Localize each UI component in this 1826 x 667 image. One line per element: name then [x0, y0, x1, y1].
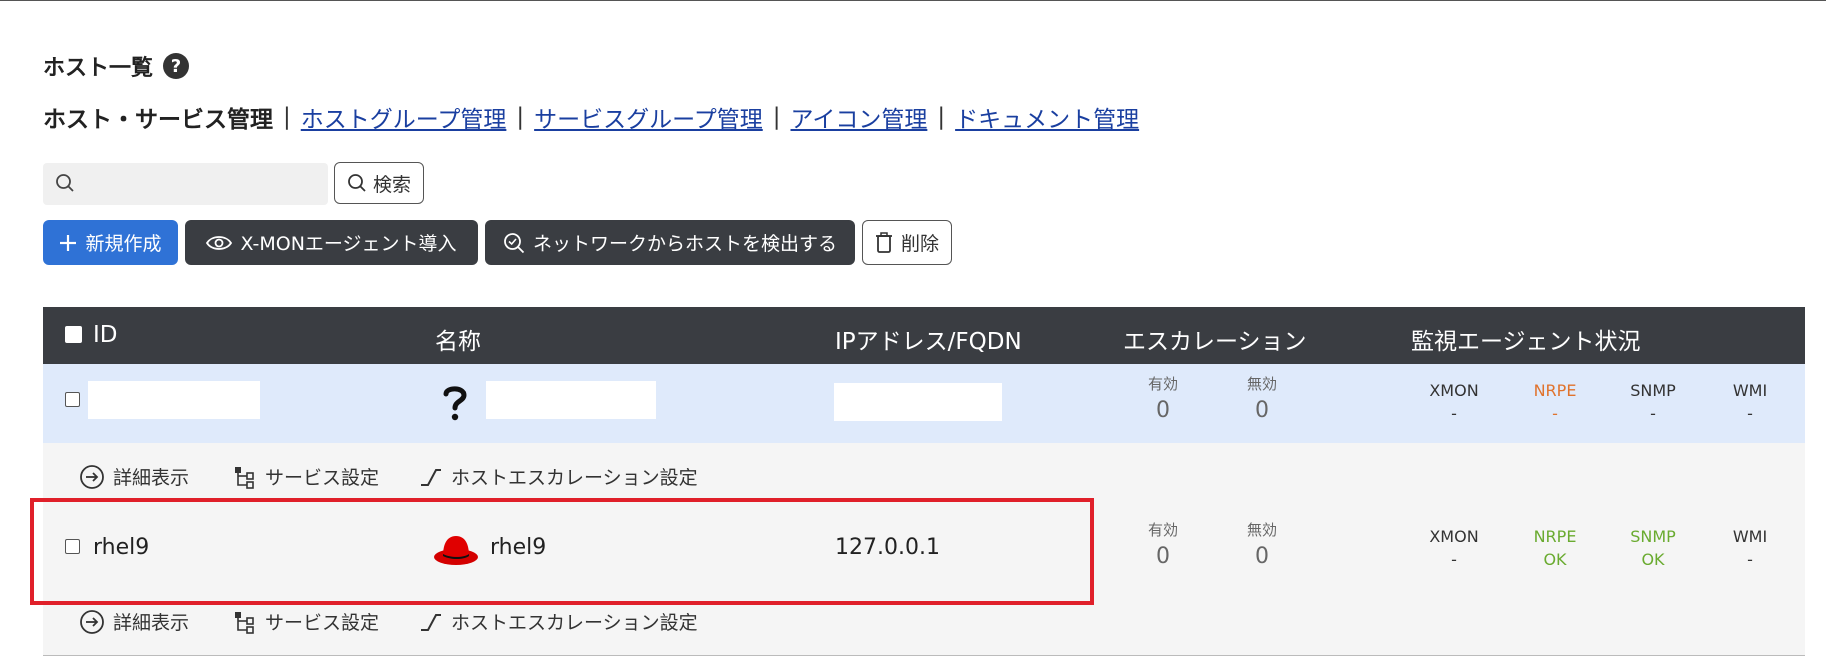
hierarchy-icon — [235, 611, 254, 634]
agent-xmon: XMON - — [1429, 381, 1479, 423]
delete-button[interactable]: 削除 — [862, 220, 952, 265]
detail-view-link[interactable]: 詳細表示 — [79, 608, 189, 635]
nav-separator: | — [516, 104, 525, 130]
search-box — [43, 163, 328, 205]
highlight-box — [30, 498, 1094, 605]
search-icon — [348, 174, 366, 192]
id-redacted — [88, 381, 260, 419]
top-border — [0, 0, 1826, 1]
agent-wmi: WMI - — [1732, 381, 1768, 423]
agent-snmp: SNMP - — [1630, 381, 1676, 423]
host-escalation-link[interactable]: ホストエスカレーション設定 — [419, 608, 698, 635]
nav-link-hostgroup[interactable]: ホストグループ管理 — [301, 100, 507, 134]
page-title: ホスト一覧 ? — [43, 50, 190, 82]
agent-xmon: XMON - — [1429, 527, 1479, 569]
escalation-disabled: 無効 0 — [1246, 521, 1277, 569]
nav-link-icon[interactable]: アイコン管理 — [791, 100, 928, 134]
header-name[interactable]: 名称 — [435, 322, 481, 356]
escalation-enabled: 有効 0 — [1147, 375, 1178, 423]
search-icon — [56, 174, 74, 192]
install-agent-button[interactable]: X-MONエージェント導入 — [185, 220, 478, 265]
agent-wmi: WMI - — [1732, 527, 1768, 569]
table-row[interactable]: 有効 0 無効 0 XMON - NRPE - SNMP - WMI - — [43, 364, 1805, 443]
escalation-enabled: 有効 0 — [1147, 521, 1178, 569]
nav-current: ホスト・サービス管理 — [43, 107, 273, 133]
escalation-icon — [421, 468, 441, 486]
agent-nrpe: NRPE - — [1533, 381, 1577, 423]
hierarchy-icon — [235, 466, 254, 489]
escalation-disabled: 無効 0 — [1246, 375, 1277, 423]
search-check-icon — [504, 232, 525, 253]
trash-icon — [875, 231, 892, 253]
management-nav: ホスト・サービス管理 | ホストグループ管理 | サービスグループ管理 | アイ… — [43, 100, 1139, 134]
page-title-text: ホスト一覧 — [43, 56, 154, 81]
plus-icon — [60, 234, 77, 251]
question-icon — [443, 386, 467, 421]
ip-redacted — [834, 383, 1002, 421]
name-redacted — [486, 381, 656, 419]
new-button[interactable]: 新規作成 — [43, 220, 178, 265]
agent-nrpe: NRPE OK — [1533, 527, 1577, 569]
escalation-icon — [421, 613, 441, 631]
service-settings-link[interactable]: サービス設定 — [233, 463, 379, 490]
install-agent-label: X-MONエージェント導入 — [240, 233, 457, 255]
detect-hosts-label: ネットワークからホストを検出する — [532, 233, 837, 255]
arrow-circle-right-icon — [80, 609, 104, 634]
search-input[interactable] — [83, 169, 322, 201]
header-escalation: エスカレーション — [1123, 329, 1307, 355]
search-button[interactable]: 検索 — [334, 162, 424, 204]
nav-link-document[interactable]: ドキュメント管理 — [955, 100, 1139, 134]
agent-snmp: SNMP OK — [1630, 527, 1676, 569]
header-id[interactable]: ID — [93, 322, 118, 348]
service-settings-link[interactable]: サービス設定 — [233, 608, 379, 635]
eye-icon — [206, 235, 233, 250]
arrow-circle-right-icon — [80, 464, 104, 489]
search-button-label: 検索 — [372, 173, 411, 196]
help-icon[interactable]: ? — [163, 53, 190, 79]
delete-button-label: 削除 — [900, 233, 939, 255]
table-header: ID 名称 IPアドレス/FQDN エスカレーション 監視エージェント状況 — [43, 307, 1805, 364]
detail-view-link[interactable]: 詳細表示 — [79, 463, 189, 490]
detect-hosts-button[interactable]: ネットワークからホストを検出する — [485, 220, 855, 265]
nav-separator: | — [283, 104, 291, 130]
new-button-label: 新規作成 — [85, 233, 162, 255]
row-checkbox[interactable] — [65, 392, 80, 407]
host-escalation-link[interactable]: ホストエスカレーション設定 — [419, 463, 698, 490]
nav-link-servicegroup[interactable]: サービスグループ管理 — [534, 100, 763, 134]
nav-separator: | — [772, 104, 781, 130]
nav-separator: | — [937, 104, 946, 130]
select-all-checkbox[interactable] — [65, 326, 82, 343]
header-ip[interactable]: IPアドレス/FQDN — [835, 322, 1022, 356]
header-agent-status: 監視エージェント状況 — [1411, 329, 1641, 355]
